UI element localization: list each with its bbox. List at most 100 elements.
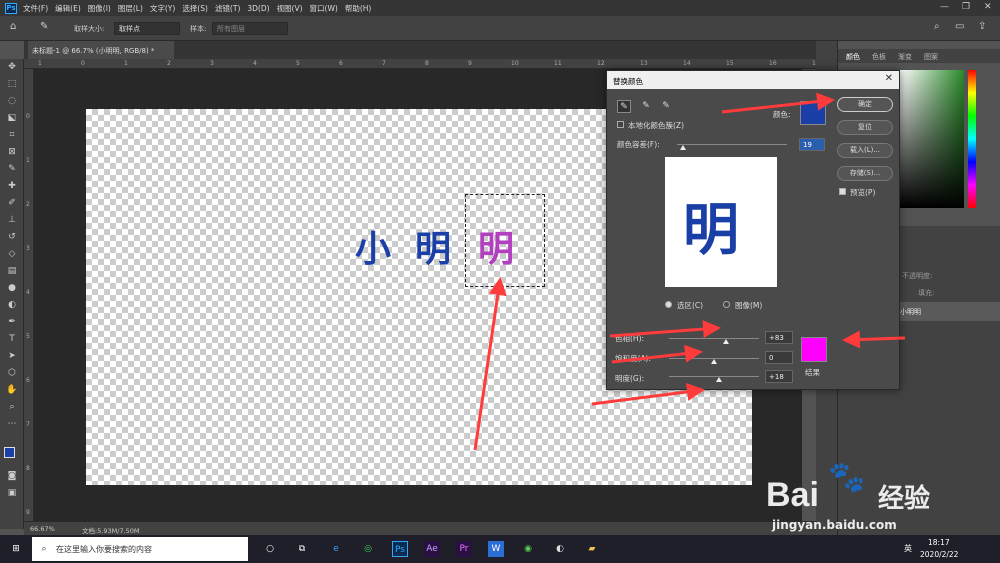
tab-color[interactable]: 颜色 — [846, 52, 860, 62]
frame-tool-icon[interactable]: ⊠ — [5, 146, 19, 158]
search-icon[interactable]: ⌕ — [934, 21, 940, 32]
ime-indicator[interactable]: 英 — [904, 543, 912, 554]
menu-help[interactable]: 帮助(H) — [345, 3, 372, 14]
lasso-tool-icon[interactable]: ◌ — [5, 95, 19, 107]
quick-mask-icon[interactable]: ◙ — [5, 470, 19, 482]
menu-type[interactable]: 文字(Y) — [150, 3, 175, 14]
load-button[interactable]: 载入(L)... — [837, 143, 893, 158]
hand-tool-icon[interactable]: ✋ — [5, 384, 19, 396]
fuzziness-input[interactable]: 19 — [799, 138, 825, 151]
lightness-thumb[interactable] — [715, 377, 722, 382]
reset-button[interactable]: 复位 — [837, 120, 893, 135]
lightness-input[interactable]: +18 — [765, 370, 793, 383]
sample-select[interactable]: 所有图层 — [212, 22, 288, 35]
fuzziness-thumb[interactable] — [679, 145, 686, 150]
radio-selection[interactable] — [665, 301, 672, 308]
word-icon[interactable]: W — [488, 541, 504, 557]
marquee-tool-icon[interactable]: ⬚ — [5, 78, 19, 90]
foreground-color[interactable] — [4, 447, 15, 458]
wechat-icon[interactable]: ◉ — [520, 541, 536, 557]
document-tab[interactable]: 未标题-1 @ 66.7% (小明明, RGB/8) * — [28, 41, 174, 59]
photoshop-icon[interactable]: Ps — [392, 541, 408, 557]
preview-checkbox[interactable] — [839, 188, 846, 195]
shape-tool-icon[interactable]: ⬡ — [5, 367, 19, 379]
history-brush-icon[interactable]: ↺ — [5, 231, 19, 243]
eyedropper-plus-icon[interactable]: ✎ — [639, 100, 653, 113]
taskbar-search[interactable]: 在这里输入你要搜索的内容 — [32, 537, 248, 561]
menu-edit[interactable]: 编辑(E) — [55, 3, 81, 14]
layer-row-selected[interactable]: 小明明 — [896, 302, 1000, 321]
cortana-icon[interactable]: ○ — [262, 541, 278, 557]
more-tools-icon[interactable]: ⋯ — [5, 418, 19, 430]
lightness-slider[interactable] — [669, 376, 759, 377]
hue-slider[interactable] — [669, 338, 759, 339]
maximize-icon[interactable]: ❐ — [962, 2, 970, 12]
doc-size: 文档:5.93M/7.50M — [82, 527, 140, 535]
radio-image[interactable] — [723, 301, 730, 308]
task-view-icon[interactable]: ⧉ — [294, 541, 310, 557]
menu-view[interactable]: 视图(V) — [277, 3, 303, 14]
edge-icon[interactable]: e — [328, 541, 344, 557]
quick-select-tool-icon[interactable]: ⬕ — [5, 112, 19, 124]
hue-slider[interactable] — [968, 70, 976, 208]
pen-tool-icon[interactable]: ✒ — [5, 316, 19, 328]
menu-file[interactable]: 文件(F) — [23, 3, 48, 14]
brush-tool-icon[interactable]: ✐ — [5, 197, 19, 209]
eyedropper-minus-icon[interactable]: ✎ — [659, 100, 673, 113]
move-tool-icon[interactable]: ✥ — [5, 61, 19, 73]
menu-image[interactable]: 图像(I) — [88, 3, 111, 14]
result-swatch[interactable] — [801, 337, 827, 362]
eyedropper-icon[interactable]: ✎ — [617, 100, 631, 113]
eyedropper-tool-icon[interactable]: ✎ — [40, 21, 48, 32]
localized-checkbox[interactable] — [617, 121, 624, 128]
home-icon[interactable]: ⌂ — [10, 21, 16, 32]
share-icon[interactable]: ⇪ — [978, 21, 986, 32]
eyedropper-icon[interactable]: ✎ — [5, 163, 19, 175]
zoom-tool-icon[interactable]: ⌕ — [5, 401, 19, 413]
clone-stamp-icon[interactable]: ⊥ — [5, 214, 19, 226]
color-swatch[interactable] — [800, 101, 826, 125]
healing-brush-icon[interactable]: ✚ — [5, 180, 19, 192]
tab-gradients[interactable]: 渐变 — [898, 52, 912, 62]
color-picker-field[interactable] — [900, 70, 964, 208]
minimize-icon[interactable]: — — [940, 2, 949, 12]
sample-size-select[interactable]: 取样点 — [114, 22, 180, 35]
dodge-tool-icon[interactable]: ◐ — [5, 299, 19, 311]
localized-label: 本地化颜色簇(Z) — [628, 121, 684, 130]
menu-select[interactable]: 选择(S) — [182, 3, 208, 14]
file-explorer-icon[interactable]: ▰ — [584, 541, 600, 557]
screen-mode-icon[interactable]: ▣ — [5, 487, 19, 499]
menu-layer[interactable]: 图层(L) — [118, 3, 143, 14]
gradient-tool-icon[interactable]: ▤ — [5, 265, 19, 277]
tab-patterns[interactable]: 图案 — [924, 52, 938, 62]
tab-swatches[interactable]: 色板 — [872, 52, 886, 62]
hue-thumb[interactable] — [722, 339, 729, 344]
saturation-input[interactable]: 0 — [765, 351, 793, 364]
close-icon[interactable]: ✕ — [984, 2, 992, 12]
photoshop-logo-icon: Ps — [5, 2, 17, 14]
workspace-icon[interactable]: ▭ — [955, 21, 964, 32]
premiere-icon[interactable]: Pr — [456, 541, 472, 557]
360-browser-icon[interactable]: ◎ — [360, 541, 376, 557]
dialog-close-icon[interactable]: ✕ — [885, 73, 893, 84]
eraser-tool-icon[interactable]: ◇ — [5, 248, 19, 260]
type-tool-icon[interactable]: T — [5, 333, 19, 345]
hue-input[interactable]: +83 — [765, 331, 793, 344]
windows-start-icon[interactable]: ⊞ — [8, 541, 24, 557]
clock-time: 18:17 — [928, 538, 950, 547]
menu-filter[interactable]: 滤镜(T) — [215, 3, 240, 14]
menu-3d[interactable]: 3D(D) — [247, 4, 269, 13]
ruler-h-tick: 11 — [554, 60, 562, 67]
menu-window[interactable]: 窗口(W) — [310, 3, 338, 14]
app-icon[interactable]: ◐ — [552, 541, 568, 557]
canvas-text-xiao: 小 — [355, 229, 392, 270]
after-effects-icon[interactable]: Ae — [424, 541, 440, 557]
fuzziness-slider[interactable] — [677, 144, 787, 145]
save-button[interactable]: 存储(S)... — [837, 166, 893, 181]
path-select-icon[interactable]: ➤ — [5, 350, 19, 362]
fuzziness-label: 颜色容差(F): — [617, 140, 660, 149]
ok-button[interactable]: 确定 — [837, 97, 893, 112]
crop-tool-icon[interactable]: ⌗ — [5, 129, 19, 141]
saturation-thumb[interactable] — [711, 359, 717, 364]
blur-tool-icon[interactable]: ● — [5, 282, 19, 294]
